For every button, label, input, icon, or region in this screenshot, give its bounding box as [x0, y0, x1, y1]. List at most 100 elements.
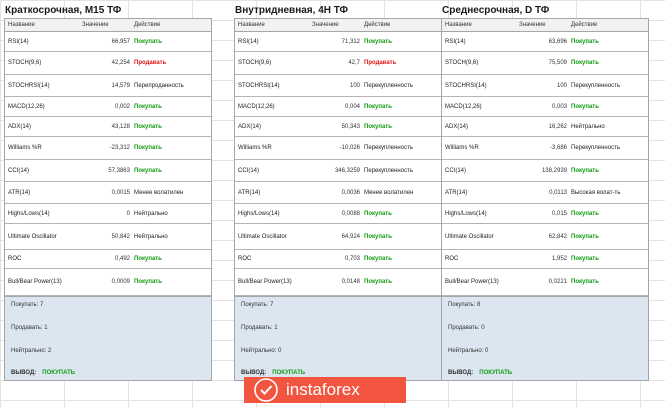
- indicator-value: 0,0113: [549, 189, 567, 196]
- panel-title: Внутридневная, 4Н ТФ: [235, 5, 349, 16]
- indicator-action: Покупать: [571, 167, 599, 174]
- indicator-value: 0,0036: [341, 189, 360, 196]
- table-row: Ultimate Oscillator 50,842 Нейтрально: [5, 224, 211, 250]
- table-row: ADX(14) 50,343 Покупать: [235, 117, 441, 137]
- summary-buy-count: Покупать: 7: [241, 302, 274, 308]
- header-value: Значение: [312, 22, 339, 28]
- summary-verdict: ВЫВОД: ПОКУПАТЬ: [11, 370, 75, 376]
- indicator-name: STOCHRSI(14): [8, 82, 50, 89]
- table-row: Ultimate Oscillator 62,842 Покупать: [442, 224, 648, 250]
- indicator-name: STOCHRSI(14): [238, 82, 280, 89]
- indicator-action: Покупать: [364, 279, 392, 285]
- table-row: MACD(12,26) 0,004 Покупать: [235, 97, 441, 117]
- table-row: CCI(14) 57,3863 Покупать: [5, 160, 211, 182]
- indicator-value: 50,842: [111, 233, 130, 240]
- indicator-panel: Среднесрочная, D ТФ Название Значение Дейст…: [441, 4, 649, 381]
- indicator-name: CCI(14): [8, 167, 30, 174]
- table-row: Highs/Lows(14) 0,015 Покупать: [442, 204, 648, 224]
- summary-buy-count: Покупать: 8: [448, 302, 481, 308]
- summary-neutral-count: Нейтрально: 0: [448, 348, 489, 354]
- indicator-name: RSI(14): [445, 38, 466, 45]
- indicator-action: Покупать: [364, 210, 392, 217]
- summary-sell-count: Продавать: 0: [448, 325, 485, 331]
- header-value: Значение: [519, 22, 546, 28]
- indicator-value: 14,579: [111, 82, 130, 89]
- table-row: CCI(14) 346,3259 Перекупленность: [235, 160, 441, 182]
- table-row: Williams %R -10,026 Перекупленность: [235, 137, 441, 160]
- indicator-name: Williams %R: [8, 145, 42, 151]
- table-row: RSI(14) 63,696 Покупать: [442, 32, 648, 52]
- table-row: ATR(14) 0,0036 Менее волатилен: [235, 182, 441, 204]
- indicator-value: 0,492: [114, 256, 130, 262]
- indicator-value: 0,004: [344, 103, 360, 110]
- indicator-name: MACD(12,26): [238, 103, 275, 110]
- indicator-value: 346,3259: [334, 167, 360, 174]
- summary-block: Покупать: 8 Продавать: 0 Нейтрально: 0 ВЫВО…: [442, 296, 648, 380]
- indicator-value: 62,842: [548, 233, 567, 240]
- indicator-name: MACD(12,26): [445, 103, 482, 110]
- indicator-value: 0,0015: [111, 189, 130, 196]
- indicator-table: Название Значение Действие RSI(14) 63,696 Пок…: [441, 18, 649, 381]
- indicator-name: Williams %R: [445, 145, 479, 151]
- logo-text: instaforex: [286, 380, 360, 399]
- table-header: Название Значение Действие: [235, 19, 441, 32]
- summary-neutral-count: Нейтрально: 2: [11, 348, 52, 354]
- table-row: MACD(12,26) 0,003 Покупать: [442, 97, 648, 117]
- header-name: Название: [445, 22, 472, 28]
- indicator-action: Покупать: [134, 279, 162, 285]
- indicator-action: Нейтрально: [134, 210, 168, 217]
- table-row: CCI(14) 138,2939 Покупать: [442, 160, 648, 182]
- indicator-name: ADX(14): [445, 123, 469, 130]
- header-name: Название: [238, 22, 265, 28]
- indicator-value: 0,0009: [111, 279, 130, 285]
- indicator-name: Bull/Bear Power(13): [238, 279, 292, 285]
- indicator-action: Менее волатилен: [364, 189, 414, 196]
- indicator-name: STOCH(9,6): [445, 60, 479, 66]
- indicator-name: Williams %R: [238, 145, 272, 151]
- indicator-action: Продавать: [134, 60, 167, 66]
- table-row: STOCHRSI(14) 100 Перекупленность: [442, 75, 648, 97]
- table-row: ROC 0,703 Покупать: [235, 250, 441, 269]
- table-header: Название Значение Действие: [442, 19, 648, 32]
- indicator-action: Покупать: [134, 123, 162, 130]
- indicator-value: 1,952: [551, 256, 567, 262]
- summary-neutral-count: Нейтрально: 0: [241, 348, 282, 354]
- table-row: STOCHRSI(14) 14,579 Перепроданность: [5, 75, 211, 97]
- indicator-action: Перекупленность: [364, 145, 413, 151]
- table-row: STOCH(9,6) 42,254 Продавать: [5, 52, 211, 75]
- indicator-action: Перекупленность: [571, 82, 620, 89]
- indicator-action: Покупать: [571, 103, 599, 110]
- indicator-value: -23,312: [109, 145, 130, 151]
- indicator-value: 71,312: [341, 38, 360, 45]
- indicator-value: 75,509: [548, 60, 567, 66]
- panel-title: Среднесрочная, D ТФ: [442, 5, 550, 16]
- indicator-value: 42,7: [348, 60, 360, 66]
- indicator-value: -3,686: [549, 145, 567, 151]
- table-row: ATR(14) 0,0113 Высокая волат-ть: [442, 182, 648, 204]
- indicator-action: Покупать: [571, 60, 599, 66]
- indicator-name: Ultimate Oscillator: [8, 233, 57, 240]
- indicator-action: Покупать: [134, 167, 162, 174]
- indicator-action: Нейтрально: [134, 233, 168, 240]
- table-header: Название Значение Действие: [5, 19, 211, 32]
- indicator-value: 64,924: [341, 233, 360, 240]
- indicator-name: ATR(14): [238, 189, 261, 196]
- indicator-action: Покупать: [571, 38, 599, 45]
- indicator-table: Название Значение Действие RSI(14) 66,957 Пок…: [4, 18, 212, 381]
- table-row: Highs/Lows(14) 0 Нейтрально: [5, 204, 211, 224]
- indicator-value: 57,3863: [108, 167, 130, 174]
- indicator-value: 0,0221: [548, 279, 567, 285]
- indicator-name: STOCH(9,6): [8, 60, 42, 66]
- summary-verdict: ВЫВОД: ПОКУПАТЬ: [448, 370, 512, 376]
- table-row: STOCHRSI(14) 100 Перекупленность: [235, 75, 441, 97]
- indicator-name: ATR(14): [8, 189, 31, 196]
- summary-block: Покупать: 7 Продавать: 1 Нейтрально: 2 ВЫВО…: [5, 296, 211, 380]
- indicator-name: STOCH(9,6): [238, 60, 272, 66]
- indicator-action: Высокая волат-ть: [571, 189, 621, 196]
- table-row: Williams %R -23,312 Покупать: [5, 137, 211, 160]
- instaforex-logo-icon: [254, 378, 278, 402]
- indicator-action: Перекупленность: [364, 167, 413, 174]
- indicator-value: 0: [126, 210, 130, 217]
- table-row: Highs/Lows(14) 0,0088 Покупать: [235, 204, 441, 224]
- table-row: RSI(14) 71,312 Покупать: [235, 32, 441, 52]
